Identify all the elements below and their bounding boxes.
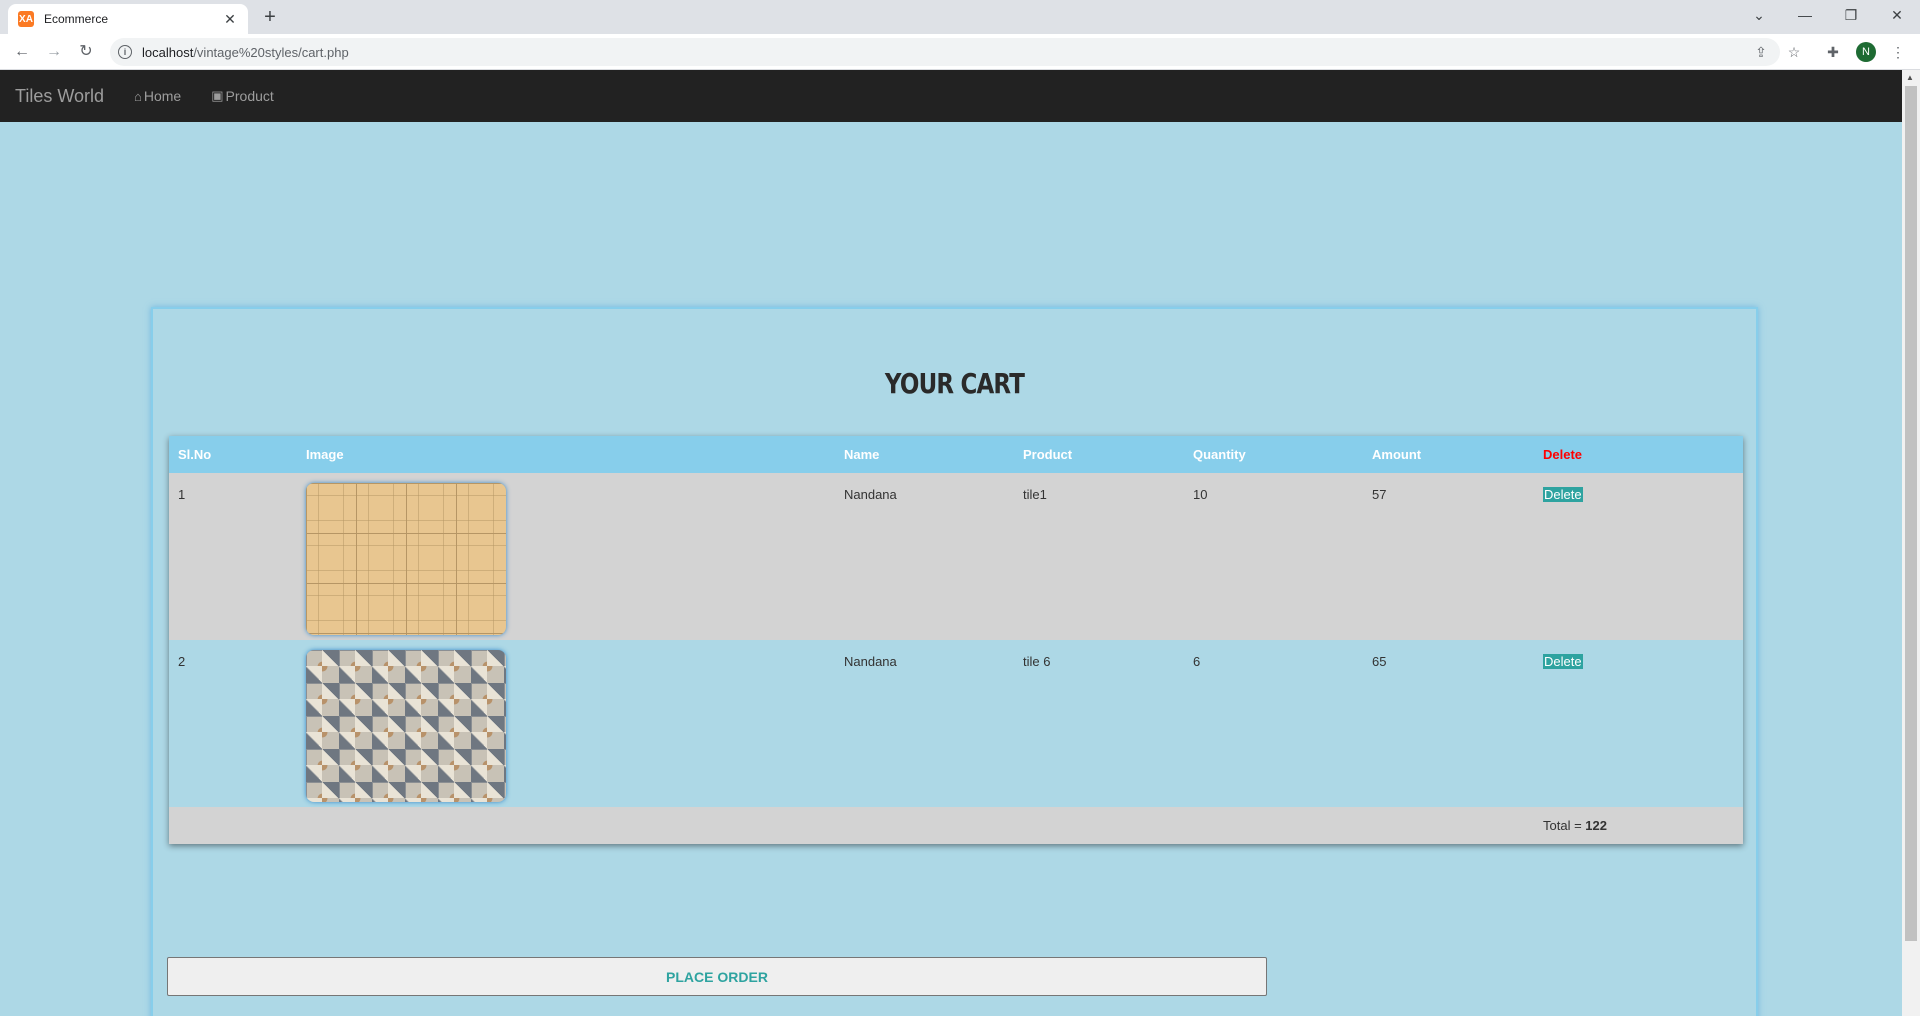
close-window-icon[interactable]: ✕ xyxy=(1874,0,1920,30)
nav-link-label: Product xyxy=(225,88,274,104)
delete-button[interactable]: Delete xyxy=(1543,654,1583,669)
header-quantity: Quantity xyxy=(1193,447,1246,462)
product-image-tile1 xyxy=(306,483,506,635)
xampp-favicon-icon: XA xyxy=(18,11,34,27)
home-icon: ⌂ xyxy=(134,88,142,104)
address-bar[interactable]: i localhost/vintage%20styles/cart.php xyxy=(110,38,1780,66)
table-row: 2 Nandana tile 6 6 65 Delete xyxy=(169,640,1743,807)
profile-avatar[interactable]: N xyxy=(1856,42,1876,62)
browser-tab[interactable]: XA Ecommerce ✕ xyxy=(8,4,248,34)
place-order-button[interactable]: PLACE ORDER xyxy=(167,957,1267,996)
delete-button[interactable]: Delete xyxy=(1543,487,1583,502)
total-row: Total = 122 xyxy=(169,807,1743,844)
cell-product: tile 6 xyxy=(1023,654,1051,669)
share-icon[interactable]: ⇪ xyxy=(1751,42,1771,62)
product-icon: ▣ xyxy=(211,88,224,103)
url-path: /vintage%20styles/cart.php xyxy=(193,44,349,60)
reload-icon[interactable]: ↻ xyxy=(74,40,98,64)
tab-close-icon[interactable]: ✕ xyxy=(222,11,238,28)
browser-menu-icon[interactable]: ⋮ xyxy=(1888,42,1908,62)
header-name: Name xyxy=(844,447,880,462)
scroll-up-arrow-icon[interactable]: ▲ xyxy=(1906,73,1914,82)
header-slno: Sl.No xyxy=(178,447,212,462)
cell-slno: 2 xyxy=(178,654,186,669)
header-image: Image xyxy=(306,447,344,462)
total-value: 122 xyxy=(1585,818,1607,833)
table-header-row: Sl.No Image Name Product Quantity Amount… xyxy=(169,436,1743,473)
nav-link-home[interactable]: ⌂ Home xyxy=(134,88,181,104)
product-image-tile6 xyxy=(306,650,506,802)
bookmark-star-icon[interactable]: ☆ xyxy=(1784,42,1804,62)
tab-search-icon[interactable]: ⌄ xyxy=(1736,0,1782,30)
cell-delete: Delete xyxy=(1534,487,1743,640)
forward-icon[interactable]: → xyxy=(42,40,66,64)
new-tab-icon[interactable]: + xyxy=(258,6,282,30)
nav-link-label: Home xyxy=(143,88,182,104)
browser-toolbar: ← → ↻ i localhost/vintage%20styles/cart.… xyxy=(0,34,1920,70)
scrollbar-thumb[interactable] xyxy=(1905,86,1917,941)
tab-title: Ecommerce xyxy=(44,12,109,26)
cart-total: Total = 122 xyxy=(1534,818,1743,833)
cell-name: Nandana xyxy=(844,487,897,502)
url-host: localhost xyxy=(142,44,194,60)
table-row: 1 Nandana tile1 10 57 Delete xyxy=(169,473,1743,640)
cell-name: Nandana xyxy=(844,654,897,669)
header-product: Product xyxy=(1023,447,1073,462)
cell-image xyxy=(297,483,835,640)
cell-quantity: 6 xyxy=(1193,654,1201,669)
cell-product: tile1 xyxy=(1023,487,1047,502)
cell-quantity: 10 xyxy=(1193,487,1208,502)
back-icon[interactable]: ← xyxy=(10,40,34,64)
header-amount: Amount xyxy=(1372,447,1422,462)
header-delete: Delete xyxy=(1543,447,1583,462)
extensions-icon[interactable]: ✚ xyxy=(1823,42,1843,62)
restore-icon[interactable]: ❐ xyxy=(1828,0,1874,30)
site-info-icon[interactable]: i xyxy=(118,45,132,59)
total-label: Total = xyxy=(1543,818,1586,833)
cart-card: YOUR CART Sl.No Image Name Product Quant… xyxy=(151,307,1758,1016)
cell-amount: 57 xyxy=(1372,487,1387,502)
cell-slno: 1 xyxy=(178,487,186,502)
cell-amount: 65 xyxy=(1372,654,1387,669)
cell-image xyxy=(297,650,835,807)
site-navbar: Tiles World ⌂ Home ▣ Product xyxy=(0,70,1902,122)
cell-delete: Delete xyxy=(1534,654,1743,807)
minimize-icon[interactable]: — xyxy=(1782,0,1828,30)
cart-table: Sl.No Image Name Product Quantity Amount… xyxy=(169,436,1743,844)
brand-link[interactable]: Tiles World xyxy=(15,86,104,107)
cart-title: YOUR CART xyxy=(884,367,1025,400)
browser-tab-bar: XA Ecommerce ✕ + ⌄ — ❐ ✕ xyxy=(0,0,1920,34)
nav-link-product[interactable]: ▣ Product xyxy=(211,88,274,104)
